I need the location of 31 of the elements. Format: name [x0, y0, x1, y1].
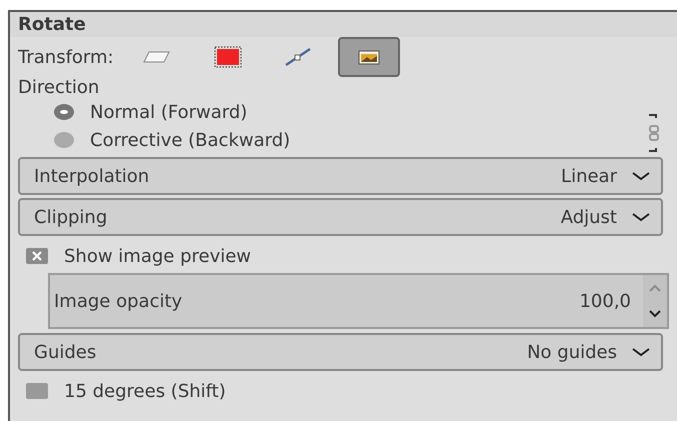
chevron-down-icon: [631, 170, 651, 182]
checkbox[interactable]: [26, 383, 48, 399]
checkbox-label: Show image preview: [64, 246, 252, 266]
dropdown-label: Clipping: [34, 206, 108, 228]
chevron-down-icon: [631, 211, 651, 223]
transform-button[interactable]: [338, 37, 400, 77]
decrement-icon: [648, 309, 662, 319]
dropdown-label: Guides: [34, 342, 98, 362]
cross-mark-icon: [30, 249, 44, 263]
checkbox-label: 15 degrees (Shift): [64, 380, 226, 402]
chain-icon: [647, 112, 661, 154]
dropdown[interactable]: Guides No guides: [18, 333, 663, 371]
dropdown-value: No guides: [527, 342, 617, 362]
chevron-down-icon: [631, 346, 651, 358]
dropdown-value: Linear: [561, 166, 617, 186]
transform-label: Transform:: [18, 46, 114, 68]
checkbox[interactable]: [26, 248, 48, 264]
spinner-value: 100,0: [579, 290, 631, 312]
dropdown[interactable]: Clipping Adjust: [18, 198, 663, 236]
increment-icon: [648, 283, 662, 293]
dropdown[interactable]: Interpolation Linear: [18, 157, 663, 195]
dropdown-value: Adjust: [560, 206, 617, 228]
radio-button[interactable]: [54, 104, 74, 120]
dropdown-label: Interpolation: [34, 166, 150, 186]
panel-title: Rotate: [10, 12, 677, 37]
direction-label: Direction: [18, 77, 100, 98]
radio-label: Corrective (Backward): [90, 130, 290, 150]
opacity-spinner[interactable]: Image opacity 100,0: [48, 273, 669, 329]
radio-button[interactable]: [54, 132, 74, 148]
radio-label: Normal (Forward): [90, 102, 248, 122]
spinner-label: Image opacity: [54, 290, 184, 312]
